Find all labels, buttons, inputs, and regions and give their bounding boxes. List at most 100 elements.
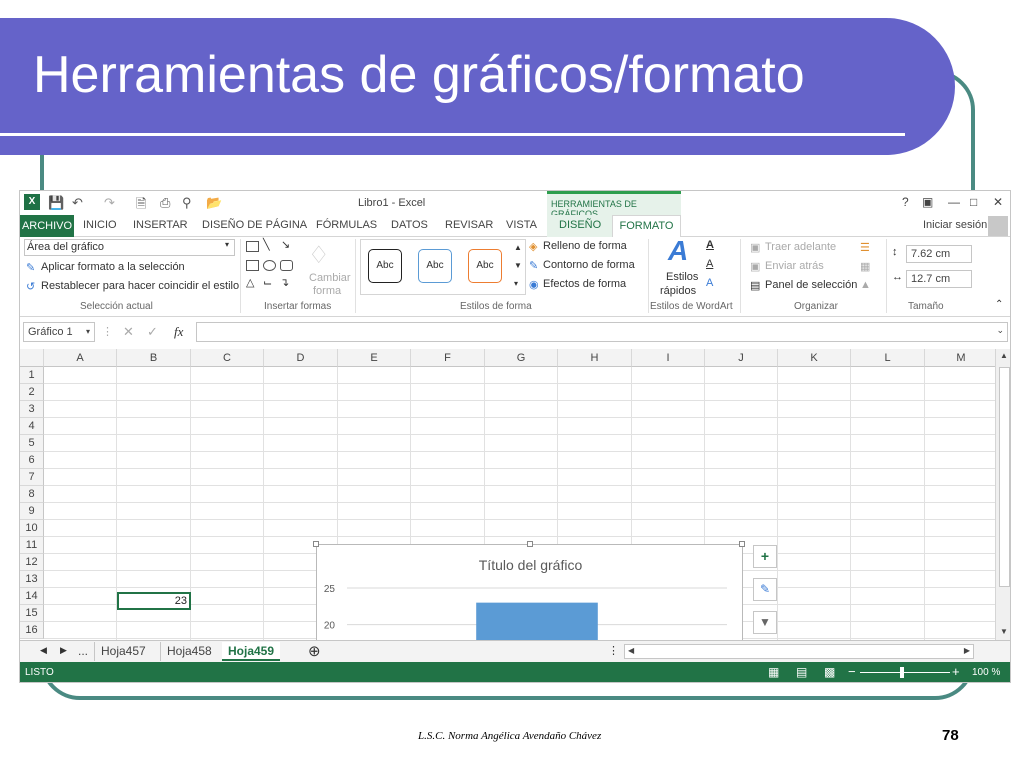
row-header-13[interactable]: 13 <box>20 571 44 588</box>
close-icon[interactable]: ✕ <box>993 195 1003 209</box>
change-shape-label-2[interactable]: forma <box>313 285 341 297</box>
row-header-3[interactable]: 3 <box>20 401 44 418</box>
text-outline-icon[interactable]: A <box>706 258 713 270</box>
sign-in-link[interactable]: Iniciar sesión <box>923 219 987 231</box>
scroll-thumb[interactable] <box>999 367 1010 587</box>
avatar[interactable] <box>988 216 1008 236</box>
chart-element-dropdown[interactable]: Área del gráfico ▾ <box>24 239 235 256</box>
column-header-b[interactable]: B <box>117 349 191 367</box>
format-selection-button[interactable]: Aplicar formato a la selección <box>41 261 185 273</box>
tab-vista[interactable]: VISTA <box>506 219 537 231</box>
shape-style-1[interactable]: Abc <box>368 249 402 283</box>
print-icon[interactable]: ⎙ <box>160 195 170 211</box>
rotate-icon[interactable]: ▲ <box>860 279 871 291</box>
vertical-scrollbar[interactable]: ▲ ▼ <box>995 349 1010 640</box>
selection-pane-button[interactable]: Panel de selección <box>765 279 857 291</box>
tab-revisar[interactable]: REVISAR <box>445 219 493 231</box>
column-header-c[interactable]: C <box>191 349 264 367</box>
page-break-icon[interactable]: ▩ <box>824 665 835 679</box>
tab-formulas[interactable]: FÓRMULAS <box>316 219 377 231</box>
zoom-slider[interactable] <box>860 672 950 673</box>
gallery-down-icon[interactable]: ▼ <box>514 261 522 270</box>
ribbon-display-icon[interactable]: ▣ <box>922 195 933 209</box>
width-spinner[interactable]: 12.7 cm <box>906 270 972 288</box>
row-header-5[interactable]: 5 <box>20 435 44 452</box>
enter-icon[interactable]: ✓ <box>147 324 158 340</box>
next-sheet-icon[interactable]: ▶ <box>60 645 67 656</box>
row-header-11[interactable]: 11 <box>20 537 44 554</box>
chart-filters-button[interactable]: ▼ <box>753 611 777 634</box>
tab-inicio[interactable]: INICIO <box>83 219 117 231</box>
align-icon[interactable]: ☰ <box>860 241 870 254</box>
add-sheet-icon[interactable]: ⊕ <box>308 642 321 660</box>
tab-diseno-pagina[interactable]: DISEÑO DE PÁGINA <box>202 219 307 231</box>
reset-style-button[interactable]: Restablecer para hacer coincidir el esti… <box>41 280 239 292</box>
height-spinner[interactable]: 7.62 cm <box>906 245 972 263</box>
collapse-ribbon-icon[interactable]: ⌃ <box>995 299 1003 310</box>
resize-handle-nw[interactable] <box>313 541 319 547</box>
open-icon[interactable]: 📂 <box>206 195 222 211</box>
zoom-out-icon[interactable]: − <box>848 664 856 679</box>
column-header-l[interactable]: L <box>851 349 925 367</box>
maximize-icon[interactable]: □ <box>970 195 977 209</box>
sheet-tab-more[interactable]: ... <box>72 642 94 661</box>
row-header-12[interactable]: 12 <box>20 554 44 571</box>
gallery-up-icon[interactable]: ▲ <box>514 243 522 252</box>
row-header-15[interactable]: 15 <box>20 605 44 622</box>
column-header-i[interactable]: I <box>632 349 705 367</box>
column-header-h[interactable]: H <box>558 349 632 367</box>
chart-styles-button[interactable]: ✎ <box>753 578 777 601</box>
group-icon[interactable]: ▦ <box>860 260 870 273</box>
select-all-corner[interactable] <box>20 349 44 367</box>
row-header-4[interactable]: 4 <box>20 418 44 435</box>
bring-forward-button[interactable]: Traer adelante <box>765 241 836 253</box>
row-header-2[interactable]: 2 <box>20 384 44 401</box>
column-header-d[interactable]: D <box>264 349 338 367</box>
gallery-more-icon[interactable]: ▾ <box>514 279 518 288</box>
row-header-9[interactable]: 9 <box>20 503 44 520</box>
row-header-1[interactable]: 1 <box>20 367 44 384</box>
shape-outline-button[interactable]: Contorno de forma <box>543 259 635 271</box>
minimize-icon[interactable]: — <box>948 195 960 209</box>
cell-b5[interactable]: 23 <box>117 592 191 610</box>
column-header-k[interactable]: K <box>778 349 851 367</box>
row-header-16[interactable]: 16 <box>20 622 44 639</box>
worksheet-grid[interactable]: ABCDEFGHIJKLM 1 2 3 4 5 6 7 8 9 10 11 12 13 14 15 16 23… <box>20 349 998 682</box>
horizontal-scrollbar[interactable]: ◀ ▶ <box>624 644 974 659</box>
column-header-g[interactable]: G <box>485 349 558 367</box>
shape-style-3[interactable]: Abc <box>468 249 502 283</box>
tab-datos[interactable]: DATOS <box>391 219 428 231</box>
sheet-tab-hoja458[interactable]: Hoja458 <box>160 642 218 661</box>
tab-diseno[interactable]: DISEÑO <box>559 219 601 231</box>
shape-style-2[interactable]: Abc <box>418 249 452 283</box>
shape-fill-button[interactable]: Relleno de forma <box>543 240 627 252</box>
insert-function-button[interactable]: fx <box>174 324 183 340</box>
row-header-6[interactable]: 6 <box>20 452 44 469</box>
zoom-slider-knob[interactable] <box>900 667 904 678</box>
page-layout-icon[interactable]: ▤ <box>796 665 807 679</box>
print-preview-icon[interactable]: ⚲ <box>182 195 192 211</box>
row-header-7[interactable]: 7 <box>20 469 44 486</box>
column-header-e[interactable]: E <box>338 349 411 367</box>
zoom-level[interactable]: 100 % <box>972 667 1000 678</box>
quick-styles-label[interactable]: Estilos <box>666 271 698 283</box>
save-icon[interactable]: 💾 <box>48 195 64 211</box>
column-header-j[interactable]: J <box>705 349 778 367</box>
column-header-a[interactable]: A <box>44 349 117 367</box>
shape-effects-button[interactable]: Efectos de forma <box>543 278 626 290</box>
undo-icon[interactable]: ↶ <box>72 195 83 211</box>
new-file-icon[interactable]: 🗎 <box>136 195 146 217</box>
row-header-14[interactable]: 14 <box>20 588 44 605</box>
formula-input[interactable]: ⌄ <box>196 322 1008 342</box>
tab-archivo[interactable]: ARCHIVO <box>20 215 74 237</box>
sheet-tab-hoja457[interactable]: Hoja457 <box>94 642 152 661</box>
prev-sheet-icon[interactable]: ◀ <box>40 645 47 656</box>
text-fill-icon[interactable]: A <box>706 239 714 251</box>
row-header-8[interactable]: 8 <box>20 486 44 503</box>
resize-handle-ne[interactable] <box>739 541 745 547</box>
quick-styles-label-2[interactable]: rápidos <box>660 285 696 297</box>
cancel-icon[interactable]: ✕ <box>123 324 134 340</box>
column-header-m[interactable]: M <box>925 349 998 367</box>
tab-insertar[interactable]: INSERTAR <box>133 219 188 231</box>
help-button[interactable]: ? <box>902 195 909 209</box>
